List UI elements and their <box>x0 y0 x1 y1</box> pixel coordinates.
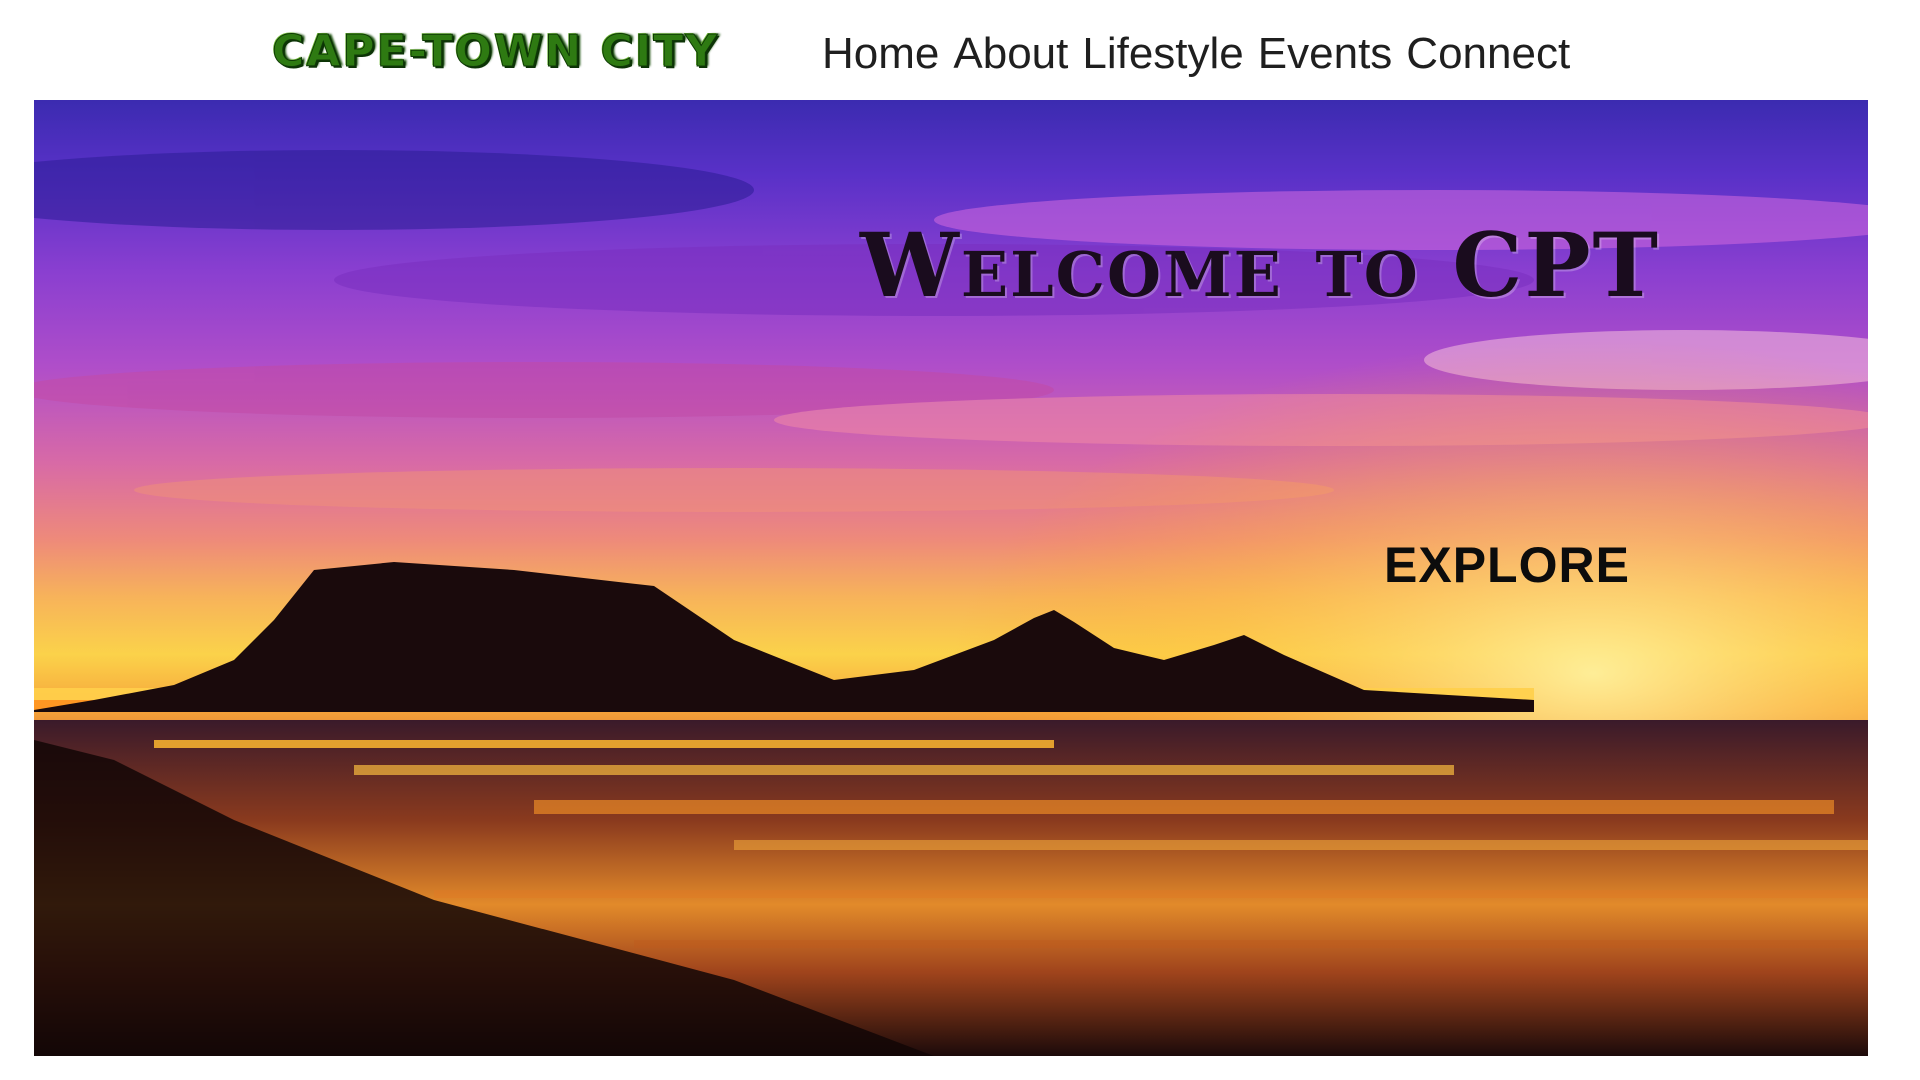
nav-about[interactable]: About <box>953 32 1068 76</box>
main-nav: Home About Lifestyle Events Connect <box>822 32 1570 76</box>
explore-button[interactable]: EXPLORE <box>1384 540 1630 590</box>
site-logo[interactable]: CAPE-TOWN CITY <box>271 29 719 74</box>
site-header: CAPE-TOWN CITY Home About Lifestyle Even… <box>0 0 1920 98</box>
nav-home[interactable]: Home <box>822 32 939 76</box>
hero-banner: Welcome to CPT EXPLORE <box>34 100 1868 1056</box>
nav-lifestyle[interactable]: Lifestyle <box>1082 32 1243 76</box>
nav-events[interactable]: Events <box>1258 32 1393 76</box>
nav-connect[interactable]: Connect <box>1406 32 1570 76</box>
hero-title: Welcome to CPT <box>860 212 1661 317</box>
